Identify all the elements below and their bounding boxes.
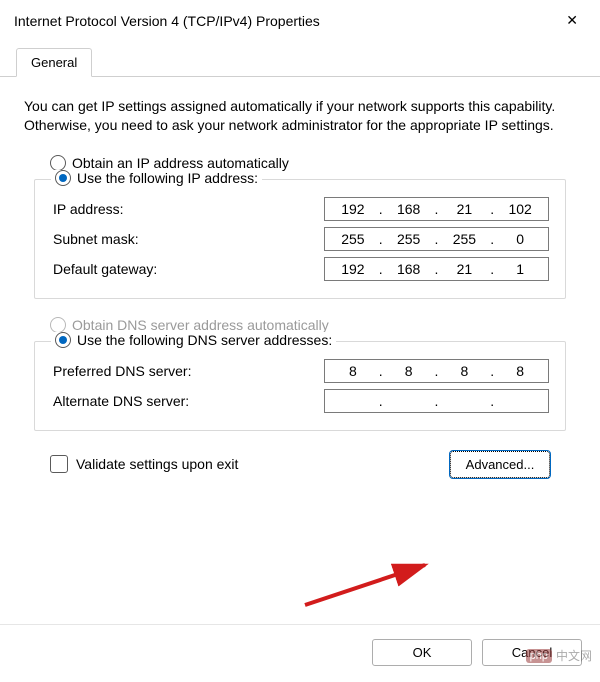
group-dns: Use the following DNS server addresses: … (34, 341, 566, 431)
group-ip: Use the following IP address: IP address… (34, 179, 566, 299)
default-gateway-input[interactable]: 192. 168. 21. 1 (324, 257, 549, 281)
button-bar: OK Cancel (0, 624, 600, 682)
radio-icon (50, 317, 66, 333)
row-ip-address: IP address: 192. 168. 21. 102 (51, 194, 549, 224)
row-default-gateway: Default gateway: 192. 168. 21. 1 (51, 254, 549, 284)
alternate-dns-label: Alternate DNS server: (51, 393, 324, 409)
radio-dns-manual-label: Use the following DNS server addresses: (77, 332, 332, 348)
validate-label: Validate settings upon exit (76, 456, 238, 472)
radio-icon (55, 170, 71, 186)
alternate-dns-input[interactable]: . . . (324, 389, 549, 413)
watermark-text: 中文网 (556, 647, 592, 664)
titlebar: Internet Protocol Version 4 (TCP/IPv4) P… (0, 0, 600, 41)
default-gateway-label: Default gateway: (51, 261, 324, 277)
ip-address-input[interactable]: 192. 168. 21. 102 (324, 197, 549, 221)
ip-address-label: IP address: (51, 201, 324, 217)
subnet-mask-label: Subnet mask: (51, 231, 324, 247)
preferred-dns-label: Preferred DNS server: (51, 363, 324, 379)
radio-ip-auto-label: Obtain an IP address automatically (72, 155, 289, 171)
window-title: Internet Protocol Version 4 (TCP/IPv4) P… (14, 13, 320, 29)
radio-dns-manual[interactable]: Use the following DNS server addresses: (51, 332, 336, 348)
row-subnet-mask: Subnet mask: 255. 255. 255. 0 (51, 224, 549, 254)
advanced-button[interactable]: Advanced... (450, 451, 550, 478)
preferred-dns-input[interactable]: 8. 8. 8. 8 (324, 359, 549, 383)
ok-button[interactable]: OK (372, 639, 472, 666)
radio-ip-manual[interactable]: Use the following IP address: (51, 170, 262, 186)
radio-dns-auto-label: Obtain DNS server address automatically (72, 317, 329, 333)
tab-general[interactable]: General (16, 48, 92, 77)
row-preferred-dns: Preferred DNS server: 8. 8. 8. 8 (51, 356, 549, 386)
content-area: You can get IP settings assigned automat… (0, 77, 600, 624)
row-alternate-dns: Alternate DNS server: . . . (51, 386, 549, 416)
subnet-mask-input[interactable]: 255. 255. 255. 0 (324, 227, 549, 251)
intro-text: You can get IP settings assigned automat… (24, 97, 576, 135)
radio-icon (50, 155, 66, 171)
validate-checkbox-row[interactable]: Validate settings upon exit (50, 455, 238, 473)
close-icon[interactable]: ✕ (558, 8, 586, 33)
watermark: php 中文网 (526, 647, 592, 664)
tcpip-properties-dialog: Internet Protocol Version 4 (TCP/IPv4) P… (0, 0, 600, 682)
tab-strip: General (0, 41, 600, 77)
footer-row: Validate settings upon exit Advanced... (34, 451, 566, 478)
radio-icon (55, 332, 71, 348)
radio-ip-manual-label: Use the following IP address: (77, 170, 258, 186)
checkbox-icon (50, 455, 68, 473)
watermark-badge: php (526, 649, 552, 663)
